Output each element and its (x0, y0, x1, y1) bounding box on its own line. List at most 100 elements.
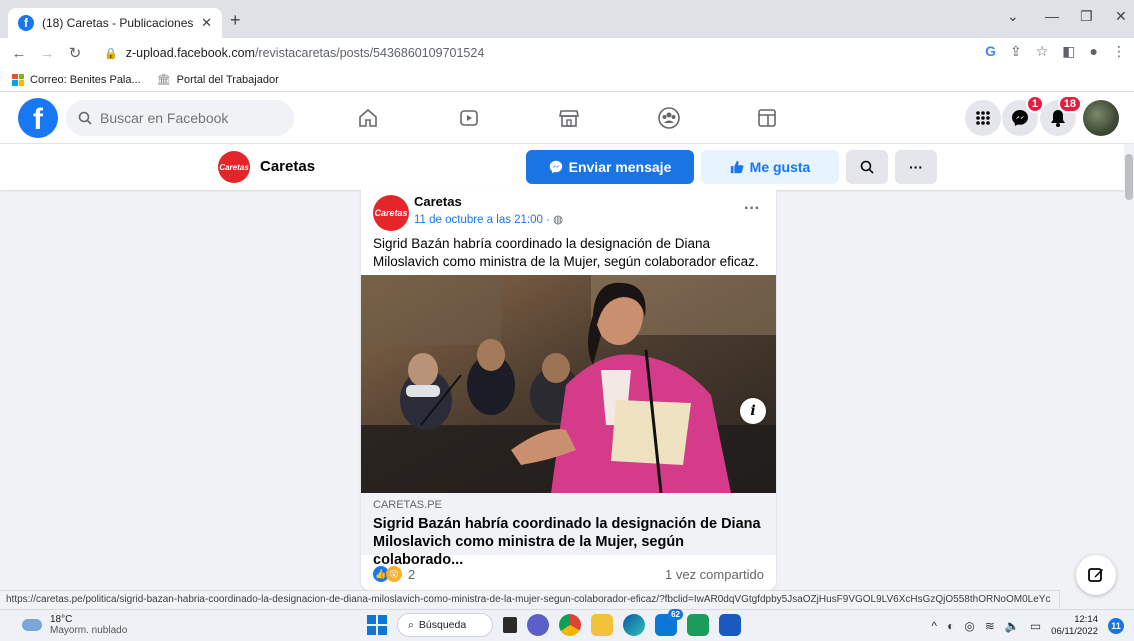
tab-title: (18) Caretas - Publicaciones | Fac (42, 16, 195, 30)
page-logo[interactable]: Caretas (218, 151, 250, 183)
page-more-button[interactable]: ··· (895, 150, 937, 184)
send-message-button[interactable]: Enviar mensaje (526, 150, 694, 184)
reaction-count[interactable]: 2 (408, 567, 415, 582)
microsoft-logo-icon (12, 73, 24, 86)
facebook-search-box[interactable] (66, 100, 294, 136)
lock-icon: 🔒 (104, 47, 118, 60)
post-options-button[interactable]: ··· (744, 200, 760, 218)
network-icon[interactable]: ◎ (964, 619, 974, 633)
taskbar-search-label: Búsqueda (418, 619, 467, 631)
menu-grid-button[interactable] (965, 100, 1001, 136)
menu-kebab-icon[interactable]: ⋮ (1112, 43, 1126, 60)
wow-reaction-icon[interactable]: 😮 (386, 566, 402, 582)
battery-icon[interactable]: ▭ (1030, 619, 1041, 633)
edge-icon[interactable] (623, 614, 645, 636)
like-page-button[interactable]: Me gusta (701, 150, 839, 184)
url-host: z-upload.facebook.com (125, 46, 255, 60)
info-icon[interactable]: i (740, 398, 766, 424)
post-author[interactable]: Caretas (414, 194, 462, 209)
notifications-badge: 18 (1057, 95, 1082, 113)
windows-start-icon[interactable] (367, 615, 387, 635)
gaming-icon[interactable] (753, 104, 781, 132)
building-icon: 🏛 (156, 74, 171, 86)
url-field[interactable]: 🔒 z-upload.facebook.com/revistacaretas/p… (104, 41, 964, 65)
messenger-icon (549, 160, 562, 174)
mail-badge: 62 (668, 609, 683, 620)
search-icon (78, 111, 92, 125)
watch-icon[interactable] (455, 104, 483, 132)
profile-icon[interactable]: ● (1090, 43, 1098, 60)
windows-taskbar: 18°C Mayorm. nublado ⌕ Búsqueda 62 ^ ◐ ◎… (0, 609, 1134, 641)
post-avatar[interactable]: Caretas (373, 195, 409, 231)
weather-desc: Mayorm. nublado (50, 625, 128, 636)
google-icon[interactable]: G (985, 43, 996, 60)
compose-icon (1088, 568, 1103, 582)
bookmark-portal[interactable]: 🏛 Portal del Trabajador (156, 73, 279, 87)
word-icon[interactable] (719, 614, 741, 636)
chrome-icon[interactable] (559, 614, 581, 636)
restore-icon[interactable]: ❐ (1080, 8, 1093, 25)
grid-icon (976, 111, 990, 125)
url-path: /revistacaretas/posts/5436860109701524 (254, 46, 485, 60)
marketplace-icon[interactable] (555, 104, 583, 132)
post-footer: 👍 😮 2 1 vez compartido (361, 560, 776, 588)
post-card: Caretas Caretas 11 de octubre a las 21:0… (361, 190, 776, 590)
link-preview[interactable]: CARETAS.PE Sigrid Bazán habría coordinad… (361, 493, 776, 568)
copilot-icon[interactable]: ◐ (947, 619, 954, 633)
search-icon: ⌕ (408, 618, 414, 631)
bookmark-star-icon[interactable]: ☆ (1036, 43, 1049, 60)
taskbar-search[interactable]: ⌕ Búsqueda (397, 613, 493, 637)
search-input[interactable] (100, 110, 280, 126)
browser-tab[interactable]: f (18) Caretas - Publicaciones | Fac ✕ (8, 8, 222, 38)
facebook-logo-icon[interactable]: f (18, 98, 58, 138)
share-icon[interactable]: ⇪ (1010, 43, 1022, 60)
side-panel-icon[interactable]: ◧ (1062, 43, 1075, 60)
notifications-button[interactable]: 18 (1040, 95, 1082, 136)
search-icon (860, 160, 874, 174)
close-window-icon[interactable]: ✕ (1115, 8, 1127, 25)
scrollbar-thumb[interactable] (1125, 154, 1133, 200)
page-header-bar: Caretas Caretas Enviar mensaje Me gusta … (0, 144, 1134, 190)
profile-avatar[interactable] (1083, 100, 1119, 136)
post-date[interactable]: 11 de octubre a las 21:00 · ◍ (414, 212, 563, 226)
volume-icon[interactable]: 🔈 (1005, 619, 1020, 633)
facebook-favicon-icon: f (18, 15, 34, 31)
address-bar: ← → ↻ 🔒 z-upload.facebook.com/revistacar… (0, 38, 1134, 68)
woman-speaking-photo (361, 275, 776, 493)
mail-icon[interactable]: 62 (655, 609, 683, 636)
send-message-label: Enviar mensaje (568, 159, 672, 175)
notification-center-badge[interactable]: 11 (1108, 618, 1124, 634)
clock[interactable]: 12:14 06/11/2022 (1051, 614, 1098, 638)
messenger-button[interactable]: 1 (1002, 95, 1044, 136)
bookmarks-bar: Correo: Benites Pala... 🏛 Portal del Tra… (0, 68, 1134, 92)
page-search-button[interactable] (846, 150, 888, 184)
wifi-icon[interactable]: ≋ (985, 619, 995, 633)
home-icon[interactable] (354, 104, 382, 132)
task-view-icon[interactable] (503, 617, 517, 633)
reload-icon[interactable]: ↻ (64, 44, 86, 62)
tab-search-chevron-icon[interactable]: ⌄ (1007, 8, 1019, 25)
teams-chat-icon[interactable] (527, 614, 549, 636)
facebook-top-nav: f 1 18 (0, 92, 1134, 144)
share-count[interactable]: 1 vez compartido (665, 567, 764, 582)
scrollbar-track[interactable] (1124, 144, 1134, 590)
new-message-button[interactable] (1076, 555, 1116, 595)
bookmark-label: Correo: Benites Pala... (30, 73, 141, 86)
store-icon[interactable] (687, 614, 709, 636)
back-icon[interactable]: ← (8, 45, 30, 62)
thumbs-up-icon (730, 160, 744, 174)
tab-close-icon[interactable]: ✕ (201, 15, 212, 31)
link-domain: CARETAS.PE (373, 499, 442, 511)
tray-chevron-icon[interactable]: ^ (931, 619, 937, 633)
bookmark-correo[interactable]: Correo: Benites Pala... (12, 73, 141, 86)
clock-time: 12:14 (1074, 614, 1098, 625)
page-name[interactable]: Caretas (260, 158, 315, 175)
new-tab-button[interactable]: + (230, 10, 241, 31)
weather-widget[interactable]: 18°C Mayorm. nublado (22, 614, 127, 636)
post-image[interactable] (361, 275, 776, 493)
globe-icon: ◍ (553, 214, 564, 226)
minimize-icon[interactable]: — (1045, 8, 1059, 24)
groups-icon[interactable] (655, 104, 683, 132)
forward-icon[interactable]: → (36, 45, 58, 62)
file-explorer-icon[interactable] (591, 614, 613, 636)
